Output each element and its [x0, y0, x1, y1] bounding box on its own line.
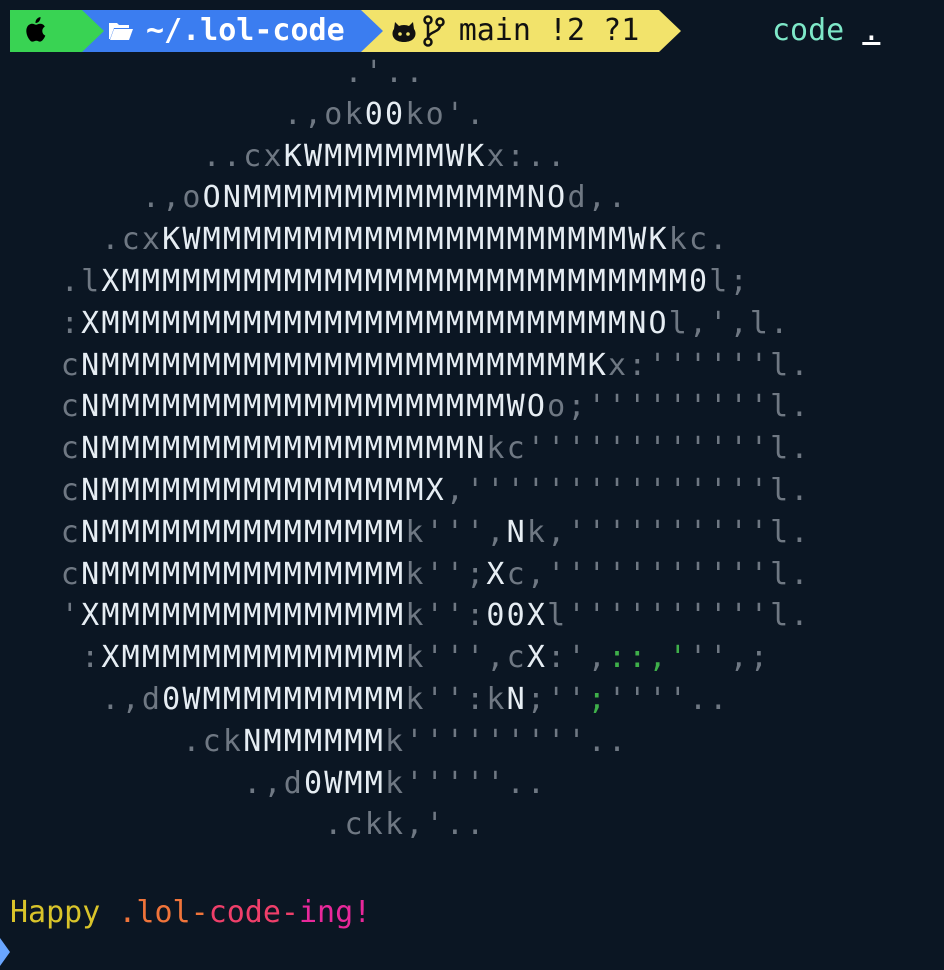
greeting-message: Happy .lol-code-ing! — [10, 892, 371, 934]
ascii-art-line: :XMMMMMMMMMMMMMMMMMMMMMMMMMMNOl,',l. — [60, 305, 791, 341]
ascii-art-line: .,d0WMMMMMMMMMMk'':kN;'';''''.. — [101, 681, 730, 717]
ascii-art-line: .,ok00ko'. — [283, 96, 487, 132]
prompt-caret-icon — [0, 938, 10, 966]
ascii-art-line: .lXMMMMMMMMMMMMMMMMMMMMMMMMMMMM0l; — [60, 263, 750, 299]
shell-prompt: ~/.lol-code main !2 ?1 — [10, 10, 682, 52]
ascii-art-line: cNMMMMMMMMMMMMMMMMX,'''''''''''''''l. — [60, 472, 811, 508]
greeting-part: Happy — [10, 895, 119, 930]
ascii-art-logo: .'.. .,ok00ko'. ..cxKWMMMMMMWKx:.. .,oON… — [0, 52, 811, 846]
ascii-art-line: 'XMMMMMMMMMMMMMMMk'':00Xl''''''''''l. — [60, 598, 811, 634]
ascii-art-line: cNMMMMMMMMMMMMMMMk''',Nk,''''''''''l. — [60, 514, 811, 550]
ascii-art-line: :XMMMMMMMMMMMMMMk''',cX:',::,''',; — [81, 640, 771, 676]
current-directory: ~/.lol-code — [146, 13, 345, 48]
typed-command[interactable]: code . — [772, 10, 880, 52]
ascii-art-line: .,d0WMMk'''''.. — [243, 765, 548, 801]
ascii-art-line: ..cxKWMMMMMMWKx:.. — [202, 138, 568, 174]
ascii-art-line: cNMMMMMMMMMMMMMMMMMMNkc''''''''''''l. — [60, 431, 811, 467]
ascii-art-line: .ckNMMMMMMk'''''''''.. — [182, 723, 629, 759]
git-branch-icon — [422, 15, 445, 47]
github-icon — [391, 19, 417, 43]
prompt-os-segment — [10, 10, 104, 52]
ascii-art-line: cNMMMMMMMMMMMMMMMk'';Xc,'''''''''''l. — [60, 556, 811, 592]
prompt-directory-segment: ~/.lol-code — [82, 10, 383, 52]
ascii-art-line: cNMMMMMMMMMMMMMMMMMMMMMMMMKx:''''''l. — [60, 347, 811, 383]
ascii-art-line: .ckk,'.. — [324, 807, 487, 843]
greeting-part: code- — [208, 895, 299, 930]
ascii-art-line: cNMMMMMMMMMMMMMMMMMMMMWOo;'''''''''l. — [60, 389, 811, 425]
ascii-art-line: .'.. — [344, 55, 426, 90]
terminal-window[interactable]: ~/.lol-code main !2 ?1 code . .'.. .,ok0… — [0, 0, 944, 970]
command-argument: . — [862, 13, 881, 48]
greeting-part: .lol- — [118, 895, 209, 930]
ascii-art-line: .,oONMMMMMMMMMMMMMMNOd,. — [141, 180, 629, 216]
ascii-art-line: .cxKWMMMMMMMMMMMMMMMMMMMMMWKkc. — [101, 222, 730, 258]
command-name: code — [772, 13, 845, 48]
apple-icon — [24, 17, 48, 45]
prompt-git-segment: main !2 ?1 — [360, 10, 682, 52]
folder-open-icon — [108, 20, 134, 42]
greeting-part: ing! — [299, 895, 372, 930]
git-status: main !2 ?1 — [458, 13, 640, 48]
